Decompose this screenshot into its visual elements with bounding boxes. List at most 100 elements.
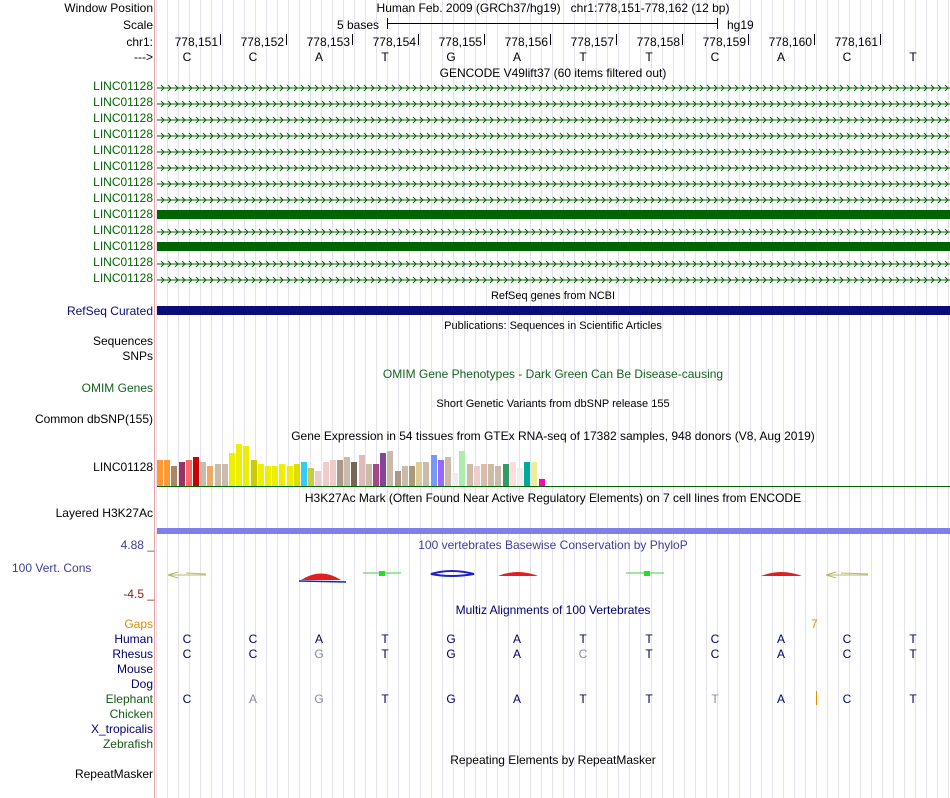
gtex-tissue-bar[interactable] xyxy=(437,460,444,486)
gtex-expression-bars[interactable] xyxy=(157,440,557,486)
gtex-tissue-bar[interactable] xyxy=(351,462,358,486)
gtex-tissue-bar[interactable] xyxy=(423,462,430,486)
gencode-intron-line[interactable] xyxy=(157,114,950,124)
gencode-intron-line[interactable] xyxy=(157,258,950,268)
gtex-tissue-bar[interactable] xyxy=(272,466,279,486)
gtex-tissue-bar[interactable] xyxy=(265,466,271,486)
gtex-tissue-bar[interactable] xyxy=(185,460,192,486)
gencode-intron-line[interactable] xyxy=(157,82,950,92)
gtex-tissue-bar[interactable] xyxy=(257,464,264,486)
gtex-tissue-bar[interactable] xyxy=(229,453,235,486)
gtex-tissue-bar[interactable] xyxy=(473,466,480,486)
species-label[interactable]: Elephant xyxy=(106,692,153,706)
gtex-tissue-bar[interactable] xyxy=(502,464,509,486)
gtex-tissue-bar[interactable] xyxy=(401,466,408,486)
gencode-exon-bar[interactable] xyxy=(157,210,950,219)
gencode-intron-line[interactable] xyxy=(157,98,950,108)
gtex-tissue-bar[interactable] xyxy=(344,457,351,486)
gencode-item-label[interactable]: LINC01128 xyxy=(93,191,153,205)
gtex-tissue-bar[interactable] xyxy=(517,468,523,486)
gencode-exon-bar[interactable] xyxy=(157,242,950,251)
gtex-tissue-bar[interactable] xyxy=(178,462,185,486)
phylop-label[interactable]: 100 Vert. Cons xyxy=(12,561,91,575)
gencode-intron-line[interactable] xyxy=(157,274,950,284)
gtex-tissue-bar[interactable] xyxy=(538,479,545,486)
gencode-item-label[interactable]: LINC01128 xyxy=(93,223,153,237)
refseq-label[interactable]: RefSeq Curated xyxy=(67,304,153,318)
gtex-tissue-bar[interactable] xyxy=(416,462,423,486)
gtex-tissue-bar[interactable] xyxy=(308,468,315,486)
species-label[interactable]: Zebrafish xyxy=(103,737,153,751)
sequences-label[interactable]: Sequences xyxy=(93,334,153,348)
gtex-tissue-bar[interactable] xyxy=(329,460,336,486)
gtex-tissue-bar[interactable] xyxy=(430,455,437,486)
species-label[interactable]: X_tropicalis xyxy=(91,722,153,736)
scale-label[interactable]: Scale xyxy=(123,18,153,32)
gtex-tissue-bar[interactable] xyxy=(250,460,257,486)
repeatmasker-label[interactable]: RepeatMasker xyxy=(75,767,153,781)
gtex-tissue-bar[interactable] xyxy=(481,464,487,486)
gtex-tissue-bar[interactable] xyxy=(452,473,459,486)
gtex-tissue-bar[interactable] xyxy=(200,462,207,486)
refseq-gene-bar[interactable] xyxy=(157,306,950,315)
gtex-tissue-bar[interactable] xyxy=(531,462,538,486)
gencode-intron-line[interactable] xyxy=(157,146,950,156)
strand-arrow-label[interactable]: ---> xyxy=(134,50,153,64)
gencode-item-label[interactable]: LINC01128 xyxy=(93,207,153,221)
gtex-tissue-bar[interactable] xyxy=(358,455,365,486)
gtex-tissue-bar[interactable] xyxy=(301,462,307,486)
gtex-tissue-bar[interactable] xyxy=(365,464,372,486)
gtex-tissue-bar[interactable] xyxy=(193,457,199,486)
gtex-tissue-bar[interactable] xyxy=(380,453,387,486)
gtex-tissue-bar[interactable] xyxy=(466,464,473,486)
gtex-tissue-bar[interactable] xyxy=(279,464,286,486)
gencode-item-label[interactable]: LINC01128 xyxy=(93,111,153,125)
genome-browser-image[interactable]: Window Position Human Feb. 2009 (GRCh37/… xyxy=(0,0,950,798)
gtex-tissue-bar[interactable] xyxy=(409,466,415,486)
species-label[interactable]: Human xyxy=(114,632,153,646)
gencode-item-label[interactable]: LINC01128 xyxy=(93,255,153,269)
gencode-intron-line[interactable] xyxy=(157,130,950,140)
h3k27ac-label[interactable]: Layered H3K27Ac xyxy=(56,506,153,520)
gtex-tissue-bar[interactable] xyxy=(387,451,394,486)
gtex-tissue-bar[interactable] xyxy=(488,464,495,486)
gtex-tissue-bar[interactable] xyxy=(322,462,329,486)
gtex-tissue-bar[interactable] xyxy=(157,460,163,486)
gencode-intron-line[interactable] xyxy=(157,162,950,172)
gtex-tissue-bar[interactable] xyxy=(509,462,516,486)
chr-label[interactable]: chr1: xyxy=(126,35,153,49)
gaps-label[interactable]: Gaps xyxy=(124,617,153,631)
gtex-tissue-bar[interactable] xyxy=(445,457,451,486)
species-label[interactable]: Chicken xyxy=(110,707,153,721)
phylop-wiggle[interactable] xyxy=(156,562,950,586)
species-label[interactable]: Dog xyxy=(131,677,153,691)
snps-label[interactable]: SNPs xyxy=(122,349,153,363)
gencode-intron-line[interactable] xyxy=(157,178,950,188)
gencode-intron-line[interactable] xyxy=(157,194,950,204)
species-label[interactable]: Mouse xyxy=(117,662,153,676)
gencode-item-label[interactable]: LINC01128 xyxy=(93,175,153,189)
gtex-tissue-bar[interactable] xyxy=(286,466,293,486)
gencode-item-label[interactable]: LINC01128 xyxy=(93,79,153,93)
gtex-label[interactable]: LINC01128 xyxy=(93,460,153,474)
gtex-tissue-bar[interactable] xyxy=(243,446,250,486)
gencode-item-label[interactable]: LINC01128 xyxy=(93,127,153,141)
gencode-item-label[interactable]: LINC01128 xyxy=(93,239,153,253)
dbsnp-label[interactable]: Common dbSNP(155) xyxy=(35,412,153,426)
gtex-tissue-bar[interactable] xyxy=(315,471,322,486)
gencode-intron-line[interactable] xyxy=(157,226,950,236)
gtex-tissue-bar[interactable] xyxy=(495,466,502,486)
h3k27ac-signal-bar[interactable] xyxy=(157,528,950,534)
gtex-tissue-bar[interactable] xyxy=(236,444,243,486)
gtex-tissue-bar[interactable] xyxy=(373,464,379,486)
gencode-item-label[interactable]: LINC01128 xyxy=(93,143,153,157)
species-label[interactable]: Rhesus xyxy=(112,647,153,661)
gtex-tissue-bar[interactable] xyxy=(214,464,221,486)
gencode-item-label[interactable]: LINC01128 xyxy=(93,95,153,109)
window-position-label[interactable]: Window Position xyxy=(64,1,153,15)
gtex-tissue-bar[interactable] xyxy=(524,462,531,486)
gencode-item-label[interactable]: LINC01128 xyxy=(93,159,153,173)
gtex-tissue-bar[interactable] xyxy=(164,460,171,486)
gtex-tissue-bar[interactable] xyxy=(221,464,228,486)
gtex-tissue-bar[interactable] xyxy=(394,471,401,486)
